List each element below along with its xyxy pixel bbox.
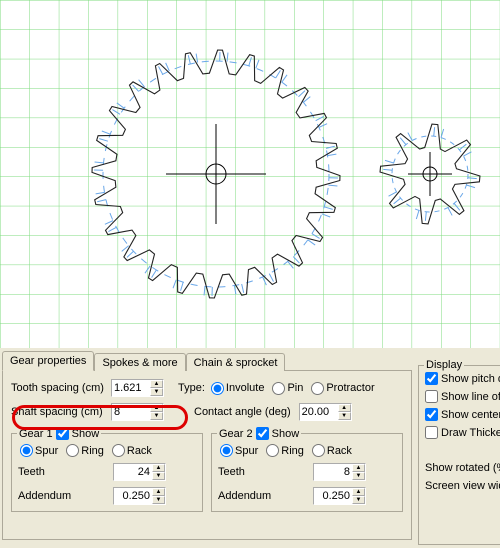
- contact-angle-input[interactable]: ▲▼: [299, 403, 352, 421]
- gear2-ring-radio[interactable]: Ring: [264, 444, 304, 457]
- tab-bar: Gear properties Spokes & more Chain & sp…: [2, 351, 500, 371]
- gear1-addendum-input[interactable]: ▲▼: [113, 487, 166, 505]
- spin-down-icon[interactable]: ▼: [338, 412, 351, 420]
- contact-angle-label: Contact angle (deg): [194, 406, 291, 418]
- gear1-rack-radio[interactable]: Rack: [110, 444, 152, 457]
- screen-width-label: Screen view widtl: [425, 480, 500, 492]
- tooth-spacing-input[interactable]: ▲▼: [111, 379, 164, 397]
- tab-spokes[interactable]: Spokes & more: [94, 353, 185, 371]
- gear1-spur-radio[interactable]: Spur: [18, 444, 58, 457]
- tooth-spacing-label: Tooth spacing (cm): [11, 382, 111, 394]
- show-center-check[interactable]: Show center: [425, 408, 500, 421]
- spin-up-icon[interactable]: ▲: [150, 404, 163, 412]
- gear1-group: Gear 1 Show Spur Ring Rack Teeth ▲▼ Adde…: [11, 433, 203, 512]
- gear2-spur-radio[interactable]: Spur: [218, 444, 258, 457]
- gear2-addendum-label: Addendum: [218, 490, 313, 502]
- spin-up-icon[interactable]: ▲: [150, 380, 163, 388]
- draw-thicker-check[interactable]: Draw Thicker: [425, 426, 500, 439]
- gear-canvas: [0, 0, 500, 348]
- gear2-group: Gear 2 Show Spur Ring Rack Teeth ▲▼ Adde…: [211, 433, 403, 512]
- spin-up-icon[interactable]: ▲: [338, 404, 351, 412]
- gear1-teeth-input[interactable]: ▲▼: [113, 463, 166, 481]
- shaft-spacing-input[interactable]: ▲▼: [111, 403, 164, 421]
- gear2-teeth-input[interactable]: ▲▼: [313, 463, 366, 481]
- spin-down-icon[interactable]: ▼: [150, 412, 163, 420]
- tab-chain[interactable]: Chain & sprocket: [186, 353, 286, 371]
- gear2-rack-radio[interactable]: Rack: [310, 444, 352, 457]
- gear2-legend: Gear 2: [219, 428, 253, 440]
- shaft-spacing-label: Shaft spacing (cm): [11, 406, 111, 418]
- gear1-teeth-label: Teeth: [18, 466, 113, 478]
- display-group: Display Show pitch d Show line of c Show…: [418, 365, 500, 545]
- show-rotated-label: Show rotated (% o: [425, 462, 500, 474]
- tab-body: Tooth spacing (cm) ▲▼ Type: Involute Pin…: [2, 370, 412, 540]
- gear1-addendum-label: Addendum: [18, 490, 113, 502]
- show-pitch-check[interactable]: Show pitch d: [425, 372, 500, 385]
- type-pin-radio[interactable]: Pin: [270, 382, 303, 395]
- type-involute-radio[interactable]: Involute: [209, 382, 265, 395]
- gear1-legend: Gear 1: [19, 428, 53, 440]
- gear2-teeth-label: Teeth: [218, 466, 313, 478]
- gear2-show-check[interactable]: Show: [256, 427, 300, 440]
- show-line-check[interactable]: Show line of c: [425, 390, 500, 403]
- gear1-ring-radio[interactable]: Ring: [64, 444, 104, 457]
- gear1-show-check[interactable]: Show: [56, 427, 100, 440]
- type-protractor-radio[interactable]: Protractor: [309, 382, 374, 395]
- type-label: Type:: [178, 382, 205, 394]
- gear2-addendum-input[interactable]: ▲▼: [313, 487, 366, 505]
- spin-down-icon[interactable]: ▼: [150, 388, 163, 396]
- tab-gear-properties[interactable]: Gear properties: [2, 351, 94, 371]
